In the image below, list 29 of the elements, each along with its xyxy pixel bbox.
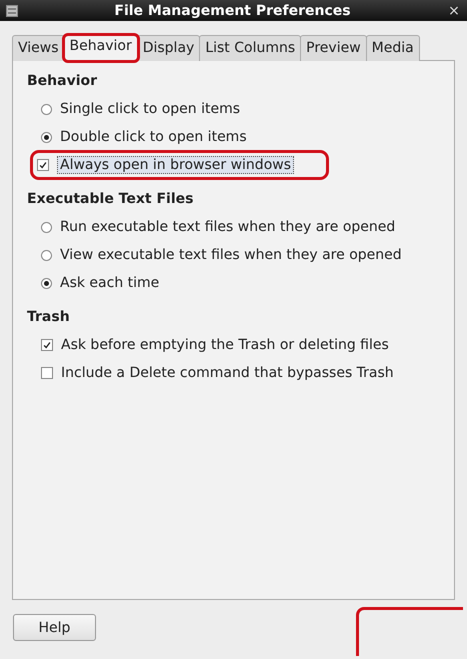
tab[interactable]: Preview xyxy=(300,35,367,61)
tab[interactable]: Display xyxy=(136,35,200,61)
checkbox[interactable] xyxy=(41,367,53,379)
tab[interactable]: Media xyxy=(366,35,420,61)
checkbox[interactable] xyxy=(41,339,53,351)
option-label: Ask each time xyxy=(60,275,160,291)
checkbox[interactable] xyxy=(37,159,49,171)
tab[interactable]: Behavior xyxy=(64,35,138,61)
radio-button[interactable] xyxy=(41,278,52,288)
close-button[interactable]: × xyxy=(447,2,461,18)
section-heading: Executable Text Files xyxy=(27,191,194,207)
option-label: Run executable text files when they are opened xyxy=(60,219,396,235)
radio-button[interactable] xyxy=(41,250,52,260)
option-label: View executable text files when they are opened xyxy=(60,247,402,263)
tab[interactable]: List Columns xyxy=(199,35,302,61)
radio-button[interactable] xyxy=(41,222,52,232)
radio-button[interactable] xyxy=(41,104,52,114)
option-label: Ask before emptying the Trash or deleting files xyxy=(61,337,389,353)
window-title: File Management Preferences xyxy=(113,2,352,18)
option-label: Single click to open items xyxy=(60,101,240,117)
option-label: Always open in browser windows xyxy=(57,156,294,174)
window-menu-icon[interactable] xyxy=(6,4,18,16)
option-label: Include a Delete command that bypasses Trash xyxy=(61,365,394,381)
tab[interactable]: Views xyxy=(12,35,65,61)
section-heading: Behavior xyxy=(27,73,98,89)
help-button[interactable]: Help xyxy=(13,614,96,641)
option-label: Double click to open items xyxy=(60,129,247,145)
radio-button[interactable] xyxy=(41,132,52,142)
section-heading: Trash xyxy=(27,309,71,325)
